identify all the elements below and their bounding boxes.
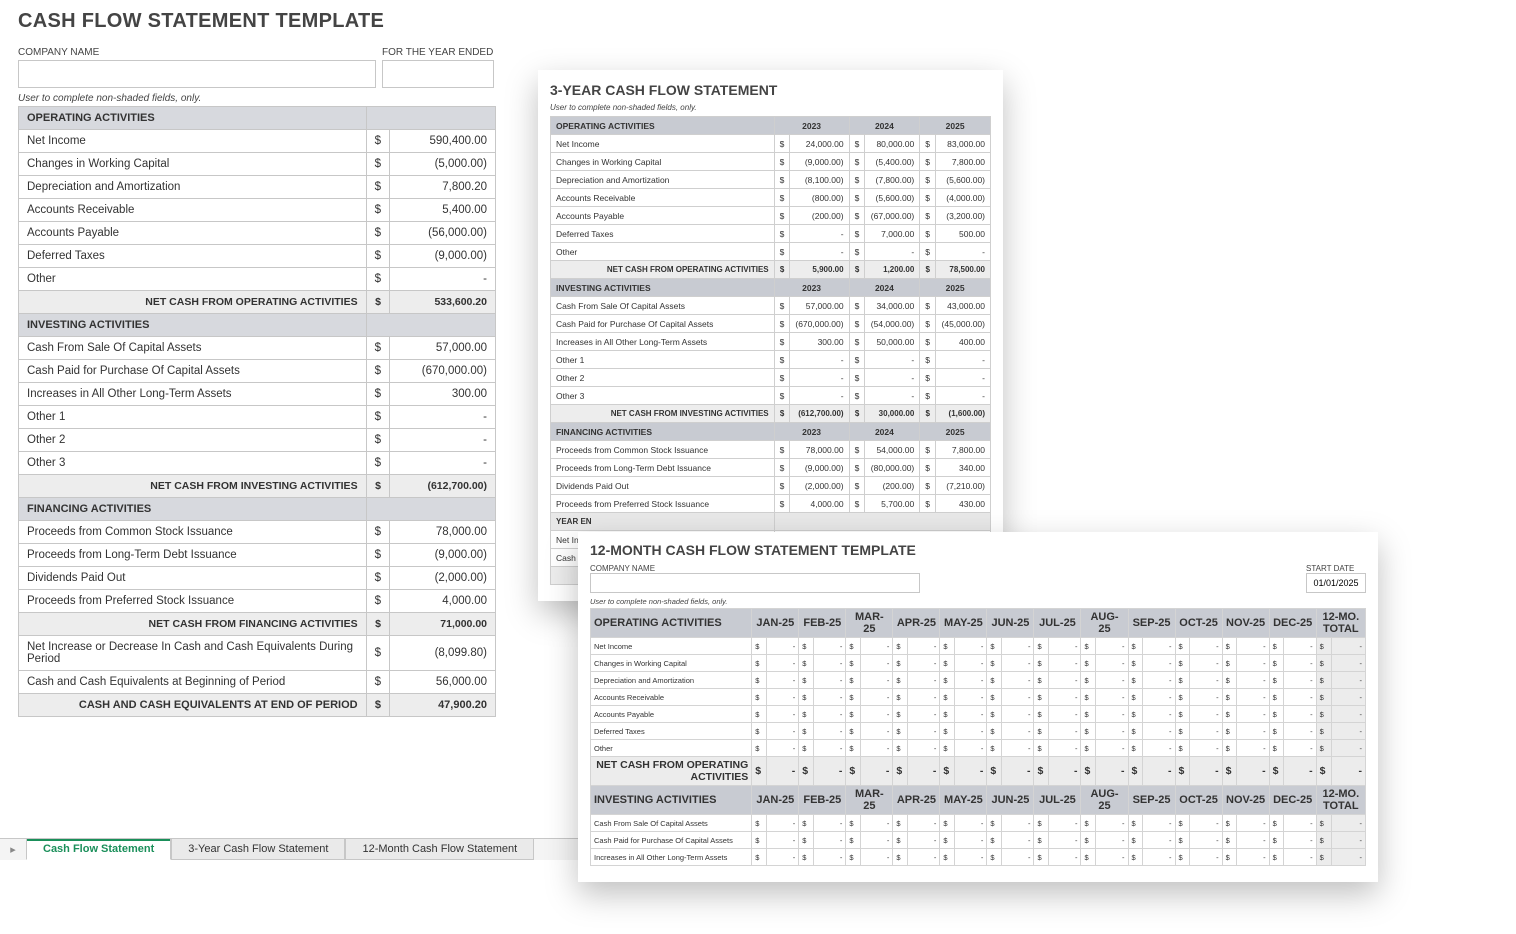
cell: Other — [19, 268, 367, 291]
cell: $ — [366, 636, 389, 671]
cell: Accounts Payable — [19, 222, 367, 245]
cell: 5,400.00 — [389, 199, 495, 222]
cell: $ — [366, 291, 389, 314]
section-header: OPERATING ACTIVITIES — [19, 107, 367, 130]
cell: 47,900.20 — [389, 694, 495, 717]
cell: 57,000.00 — [389, 337, 495, 360]
section-header: INVESTING ACTIVITIES — [19, 314, 367, 337]
year-ended-input[interactable] — [382, 60, 494, 88]
cell: Accounts Receivable — [19, 199, 367, 222]
three-year-table: OPERATING ACTIVITIES202320242025Net Inco… — [550, 116, 991, 585]
cell: 56,000.00 — [389, 671, 495, 694]
cell: - — [389, 406, 495, 429]
cell: 533,600.20 — [389, 291, 495, 314]
cell: 7,800.20 — [389, 176, 495, 199]
cell: $ — [366, 544, 389, 567]
cell: Proceeds from Preferred Stock Issuance — [19, 590, 367, 613]
cell: Cash and Cash Equivalents at Beginning o… — [19, 671, 367, 694]
cell: (9,000.00) — [389, 245, 495, 268]
cell: $ — [366, 245, 389, 268]
cell: $ — [366, 360, 389, 383]
cell: $ — [366, 613, 389, 636]
cell: (670,000.00) — [389, 360, 495, 383]
cell: $ — [366, 199, 389, 222]
cell: $ — [366, 222, 389, 245]
cell: $ — [366, 383, 389, 406]
cash-flow-template: CASH FLOW STATEMENT TEMPLATE COMPANY NAM… — [18, 10, 496, 717]
cell: $ — [366, 268, 389, 291]
year-label: FOR THE YEAR ENDED — [382, 47, 494, 58]
cell: (5,000.00) — [389, 153, 495, 176]
cell: Other 1 — [19, 406, 367, 429]
cell: Dividends Paid Out — [19, 567, 367, 590]
cell: Proceeds from Long-Term Debt Issuance — [19, 544, 367, 567]
cell: (9,000.00) — [389, 544, 495, 567]
cell: $ — [366, 694, 389, 717]
cell: Changes in Working Capital — [19, 153, 367, 176]
cell: Other 2 — [19, 429, 367, 452]
cell: Other 3 — [19, 452, 367, 475]
c12-company-input[interactable] — [590, 573, 920, 593]
cell: (2,000.00) — [389, 567, 495, 590]
cell: $ — [366, 406, 389, 429]
cell: 590,400.00 — [389, 130, 495, 153]
c12-start-label: START DATE — [1306, 564, 1366, 573]
cell: NET CASH FROM FINANCING ACTIVITIES — [19, 613, 367, 636]
tab-arrow-icon[interactable]: ▸ — [0, 843, 26, 856]
cell: $ — [366, 176, 389, 199]
section-header: FINANCING ACTIVITIES — [19, 498, 367, 521]
c12-note: User to complete non-shaded fields, only… — [590, 597, 1366, 606]
cell: Depreciation and Amortization — [19, 176, 367, 199]
cell: $ — [366, 475, 389, 498]
cash-flow-table: OPERATING ACTIVITIESNet Income$590,400.0… — [18, 106, 496, 717]
cell: $ — [366, 452, 389, 475]
cell: CASH AND CASH EQUIVALENTS AT END OF PERI… — [19, 694, 367, 717]
cell: $ — [366, 153, 389, 176]
cell: $ — [366, 567, 389, 590]
cell: (8,099.80) — [389, 636, 495, 671]
cell: 71,000.00 — [389, 613, 495, 636]
cell: Deferred Taxes — [19, 245, 367, 268]
twelve-month-table: OPERATING ACTIVITIESJan-25Feb-25Mar-25Ap… — [590, 608, 1366, 866]
twelve-month-card: 12-MONTH CASH FLOW STATEMENT TEMPLATE CO… — [578, 532, 1378, 882]
c12-company-label: COMPANY NAME — [590, 564, 920, 573]
tab-cash-flow[interactable]: Cash Flow Statement — [26, 839, 171, 860]
cell: Net Income — [19, 130, 367, 153]
cell: $ — [366, 590, 389, 613]
cell: Cash From Sale Of Capital Assets — [19, 337, 367, 360]
cell: $ — [366, 337, 389, 360]
cell: NET CASH FROM OPERATING ACTIVITIES — [19, 291, 367, 314]
cell: NET CASH FROM INVESTING ACTIVITIES — [19, 475, 367, 498]
page-title: CASH FLOW STATEMENT TEMPLATE — [18, 10, 496, 33]
three-year-note: User to complete non-shaded fields, only… — [550, 103, 991, 112]
cell: Proceeds from Common Stock Issuance — [19, 521, 367, 544]
cell: $ — [366, 130, 389, 153]
company-label: COMPANY NAME — [18, 47, 376, 58]
cell: Increases in All Other Long-Term Assets — [19, 383, 367, 406]
tab-12month[interactable]: 12-Month Cash Flow Statement — [345, 839, 534, 860]
three-year-card: 3-YEAR CASH FLOW STATEMENT User to compl… — [538, 70, 1003, 601]
tab-3year[interactable]: 3-Year Cash Flow Statement — [171, 839, 345, 860]
cell: Cash Paid for Purchase Of Capital Assets — [19, 360, 367, 383]
sheet-tabs: ▸ Cash Flow Statement 3-Year Cash Flow S… — [0, 838, 580, 860]
cell: 300.00 — [389, 383, 495, 406]
cell: (56,000.00) — [389, 222, 495, 245]
company-input[interactable] — [18, 60, 376, 88]
cell: 4,000.00 — [389, 590, 495, 613]
cell: - — [389, 452, 495, 475]
cell: $ — [366, 429, 389, 452]
cell: Net Increase or Decrease In Cash and Cas… — [19, 636, 367, 671]
cell: $ — [366, 671, 389, 694]
cell: $ — [366, 521, 389, 544]
three-year-title: 3-YEAR CASH FLOW STATEMENT — [550, 82, 991, 98]
cell: - — [389, 268, 495, 291]
cell: (612,700.00) — [389, 475, 495, 498]
c12-start-input[interactable] — [1306, 573, 1366, 593]
twelve-month-title: 12-MONTH CASH FLOW STATEMENT TEMPLATE — [590, 542, 1366, 558]
cell: - — [389, 429, 495, 452]
user-note: User to complete non-shaded fields, only… — [18, 93, 496, 104]
cell: 78,000.00 — [389, 521, 495, 544]
